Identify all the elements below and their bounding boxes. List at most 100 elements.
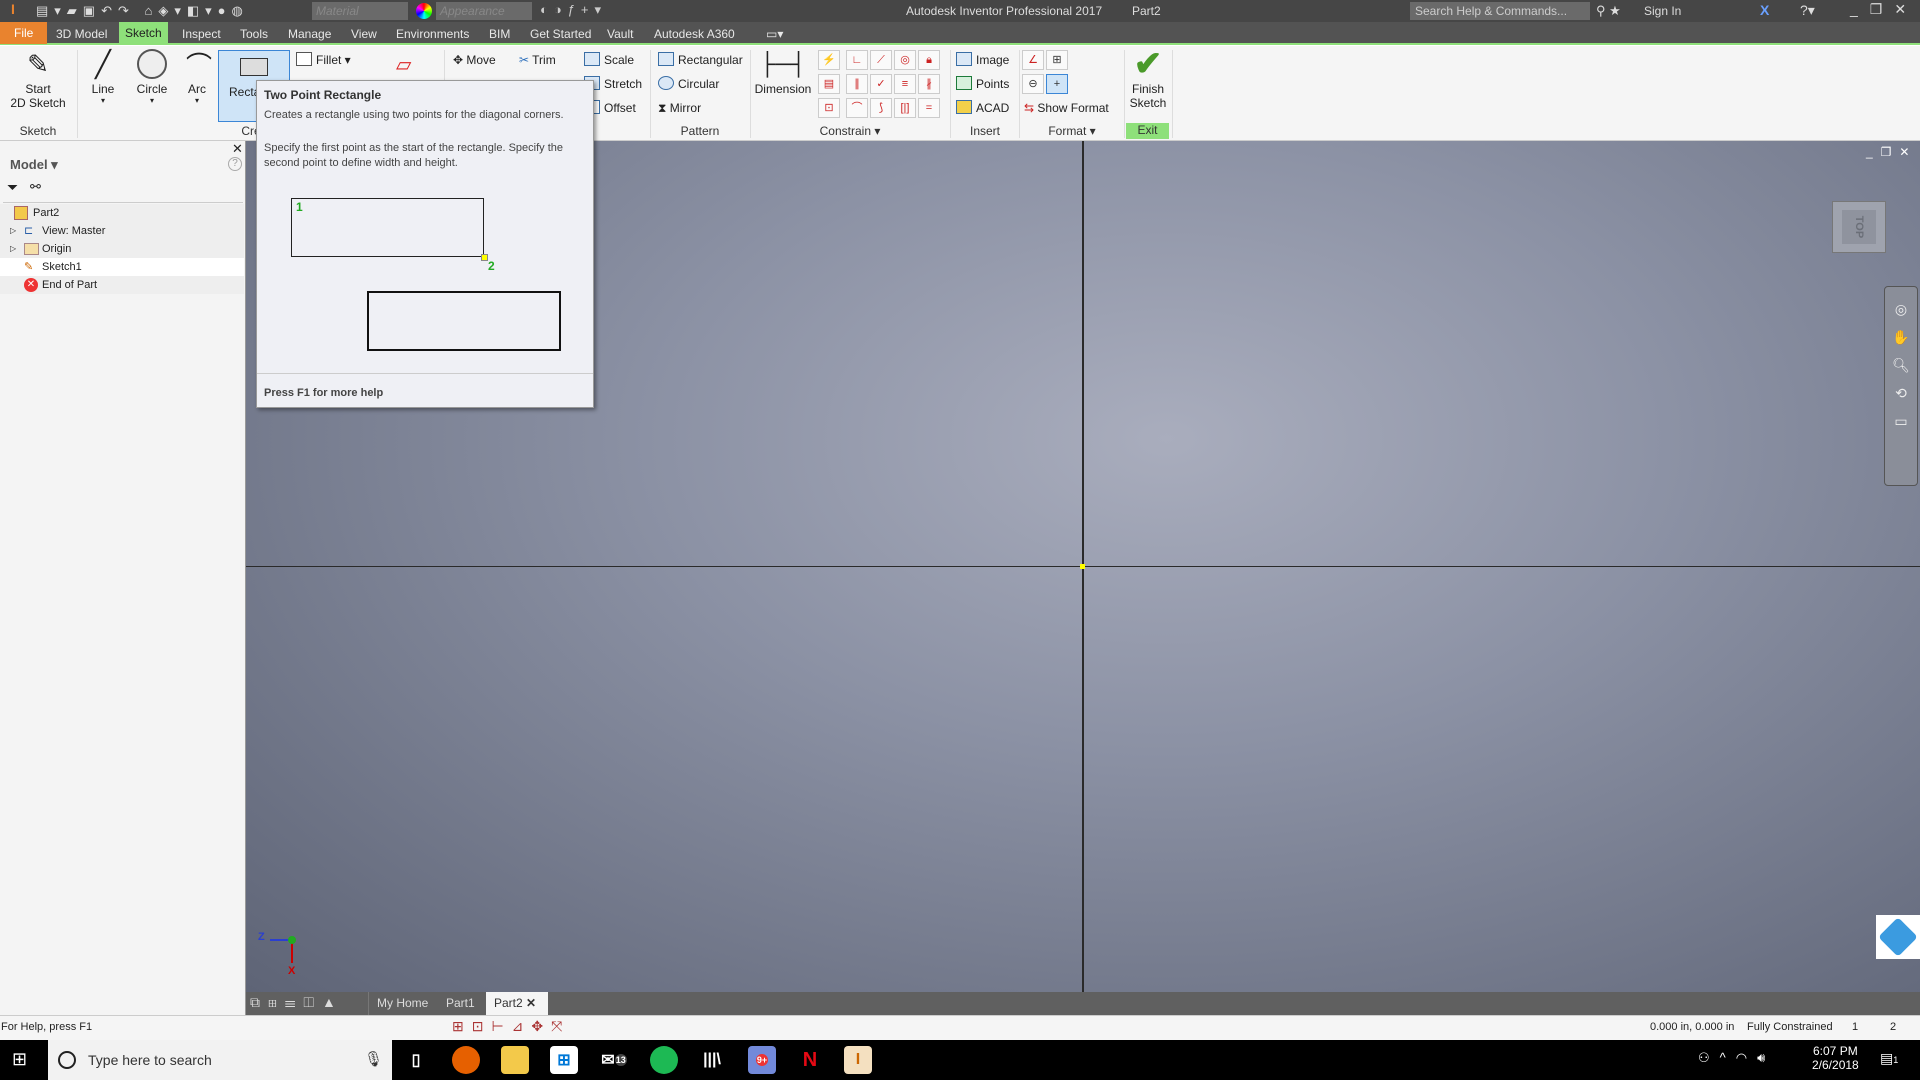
browser-title-dropdown[interactable]: Model ▾ [10, 157, 58, 173]
doctab-part1[interactable]: Part1 [438, 992, 483, 1015]
driven-dimension-icon[interactable]: ⊞ [1046, 50, 1068, 70]
horizontal-icon[interactable]: ≡ [894, 74, 916, 94]
library-icon[interactable]: |||\ [698, 1046, 726, 1074]
viewcube-face[interactable]: TOP [1842, 210, 1876, 244]
close-browser-icon[interactable]: ✕ [232, 141, 243, 157]
spotify-icon[interactable] [650, 1046, 678, 1074]
search-help-input[interactable]: Search Help & Commands... [1410, 2, 1590, 20]
tab-file[interactable]: File [0, 22, 48, 44]
concentric-icon[interactable]: ◎ [894, 50, 916, 70]
tab-autodesk-a360[interactable]: Autodesk A360 [648, 25, 741, 43]
action-center-icon[interactable]: ▤1 [1880, 1050, 1898, 1067]
help-icon[interactable]: ? [228, 157, 242, 171]
view-face-icon[interactable]: ▭ [1885, 407, 1917, 435]
rectangular-pattern-button[interactable]: Rectangular [658, 50, 743, 70]
tab-sketch[interactable]: Sketch [119, 22, 168, 44]
mirror-button[interactable]: ⧗ Mirror [658, 98, 701, 118]
relax-mode-icon[interactable]: ⊡ [818, 98, 840, 118]
taskbar-search-box[interactable]: Type here to search 🎙︎ [48, 1040, 392, 1080]
netflix-icon[interactable]: N [796, 1046, 824, 1074]
filter-icon[interactable]: ⏷ [7, 179, 18, 196]
share-button[interactable] [1876, 915, 1920, 959]
circular-pattern-button[interactable]: Circular [658, 74, 719, 94]
discord-icon[interactable]: 9+ [748, 1046, 776, 1074]
parallel-icon[interactable]: ⟋ [870, 50, 892, 70]
vertical-icon[interactable]: ∦ [918, 74, 940, 94]
construction-icon[interactable]: ∠ [1022, 50, 1044, 70]
tab-environments[interactable]: Environments [390, 25, 475, 43]
zoom-icon[interactable]: 🔍︎ [1885, 351, 1917, 379]
pan-icon[interactable]: ✋ [1885, 323, 1917, 351]
fix-icon[interactable]: 🔒︎ [918, 50, 940, 70]
file-explorer-icon[interactable] [501, 1046, 529, 1074]
arc-button[interactable]: ⌒ Arc ▾ [182, 48, 212, 106]
insert-points-button[interactable]: Points [956, 74, 1009, 94]
microphone-icon[interactable]: 🎙︎ [364, 1050, 383, 1068]
finish-sketch-button[interactable]: ✔ Finish Sketch [1127, 45, 1169, 110]
doctab-part2[interactable]: Part2 ✕ [486, 992, 548, 1015]
orbit-icon[interactable]: ⟲ [1885, 379, 1917, 407]
centerline-icon[interactable]: ⊖ [1022, 74, 1044, 94]
tree-item-part2[interactable]: Part2 [0, 204, 244, 222]
windows-start-icon[interactable]: ⊞ [12, 1049, 27, 1070]
line-button[interactable]: ╱ Line ▾ [86, 48, 120, 106]
tab-get-started[interactable]: Get Started [524, 25, 597, 43]
tab-bim[interactable]: BIM [483, 25, 516, 43]
insert-image-button[interactable]: Image [956, 50, 1009, 70]
material-dropdown[interactable]: Material [312, 2, 408, 20]
equal-icon[interactable]: = [918, 98, 940, 118]
system-tray-icons[interactable]: ⚇^◠🔊︎ [1698, 1050, 1775, 1066]
scale-button[interactable]: Scale [584, 50, 634, 70]
center-point-icon[interactable]: + [1046, 74, 1068, 94]
tab-inspect[interactable]: Inspect [176, 25, 227, 43]
star-icon[interactable]: ⚲ ★ [1596, 3, 1621, 19]
project-geometry-icon[interactable]: ▱ [396, 52, 420, 80]
circle-button[interactable]: Circle ▾ [132, 48, 172, 105]
mail-icon[interactable]: ✉ 13 [600, 1046, 628, 1074]
close-tab-icon[interactable]: ✕ [526, 996, 536, 1010]
viewport-window-controls[interactable]: _❐✕ [1866, 145, 1918, 159]
fillet-button[interactable]: Fillet ▾ [296, 50, 351, 70]
task-view-icon[interactable]: ▯ [402, 1046, 430, 1074]
window-arrange-icons[interactable]: ⧉⊞☰◫▲ [250, 994, 344, 1011]
expand-icon[interactable]: ▷ [10, 222, 16, 240]
sign-in-button[interactable]: Sign In [1644, 4, 1681, 18]
quick-access-icons[interactable]: ▤▾▰▣↶↷ ⌂◈▾◧▾●◍ [36, 3, 249, 19]
start-2d-sketch-button[interactable]: ✎ Start 2D Sketch [6, 48, 70, 111]
navigation-bar[interactable]: ◎ ✋ 🔍︎ ⟲ ▭ [1884, 286, 1918, 486]
tab-manage[interactable]: Manage [282, 25, 337, 43]
format-group-label[interactable]: Format ▾ [1020, 124, 1124, 138]
ribbon-display-toggle[interactable]: ▭▾ [760, 25, 789, 43]
perpendicular-icon[interactable]: ∟ [846, 50, 868, 70]
tab-3d-model[interactable]: 3D Model [50, 25, 113, 43]
find-binoculars-icon[interactable]: ⚯ [30, 179, 41, 195]
tree-item-sketch1[interactable]: ✎ Sketch1 [0, 258, 244, 276]
coincident-icon[interactable]: ⟆ [870, 98, 892, 118]
sketch-status-icons[interactable]: ⊞⊡⊢⊿✥⤧ [452, 1018, 570, 1035]
inventor-taskbar-icon[interactable]: I [844, 1046, 872, 1074]
constraint-settings-icon[interactable]: ▤ [818, 74, 840, 94]
doctab-my-home[interactable]: My Home [368, 992, 436, 1015]
tab-vault[interactable]: Vault [601, 25, 639, 43]
steering-wheel-icon[interactable]: ◎ [1885, 295, 1917, 323]
window-controls[interactable]: _❐✕ [1850, 1, 1918, 18]
auto-dimension-icon[interactable]: ⚡ [818, 50, 840, 70]
insert-acad-button[interactable]: ACAD [956, 98, 1009, 118]
dimension-button[interactable]: ├─┤ Dimension [752, 48, 814, 96]
inventor-logo-icon[interactable]: I [6, 1, 20, 21]
collinear-icon[interactable]: ∥ [846, 74, 868, 94]
constrain-group-label[interactable]: Constrain ▾ [810, 124, 890, 138]
appearance-dropdown[interactable]: Appearance [436, 2, 532, 20]
tab-tools[interactable]: Tools [234, 25, 274, 43]
tree-item-view-master[interactable]: ▷ ⊏ View: Master [0, 222, 244, 240]
viewcube[interactable]: TOP [1832, 201, 1886, 253]
tree-item-end-of-part[interactable]: ✕ End of Part [0, 276, 244, 294]
tab-view[interactable]: View [345, 25, 383, 43]
trim-button[interactable]: ✂ Trim [519, 50, 556, 70]
firefox-icon[interactable] [452, 1046, 480, 1074]
store-icon[interactable]: ⊞ [550, 1046, 578, 1074]
quick-access-more-icons[interactable]: ◐◑ƒ+▾ [540, 2, 607, 18]
smooth-icon[interactable]: ⌒ [846, 98, 868, 118]
expand-icon[interactable]: ▷ [10, 240, 16, 258]
help-icon[interactable]: ?▾ [1800, 2, 1815, 19]
